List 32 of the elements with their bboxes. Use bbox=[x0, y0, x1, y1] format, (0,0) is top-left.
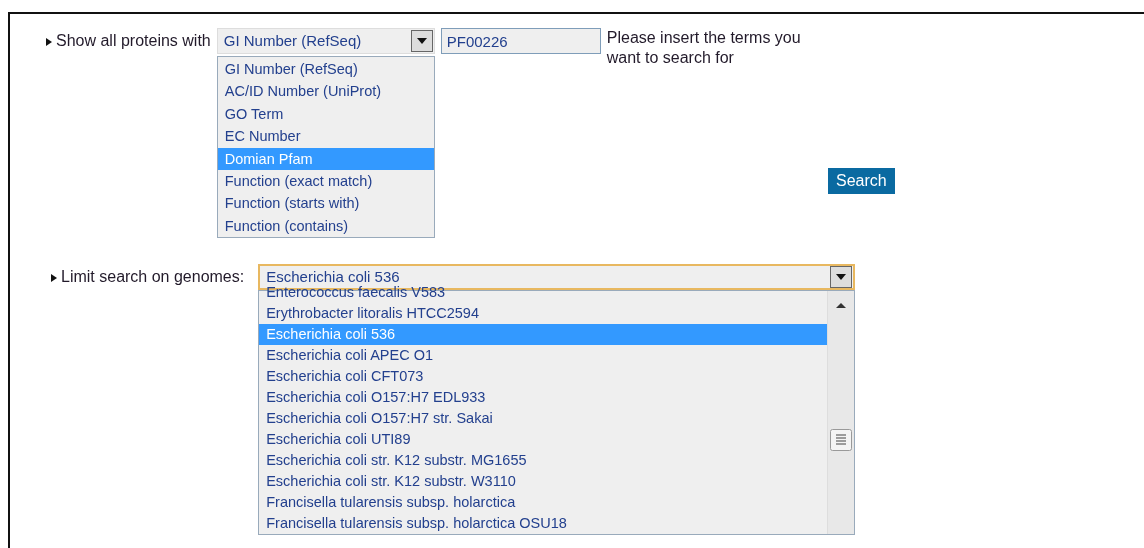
caret-icon bbox=[836, 274, 847, 280]
search-button[interactable]: Search bbox=[828, 168, 895, 194]
dropdown-option[interactable]: Escherichia coli str. K12 substr. MG1655 bbox=[259, 450, 828, 471]
caret-icon bbox=[416, 38, 427, 44]
dropdown-option[interactable]: Francisella tularensis subsp. holarctica bbox=[259, 492, 828, 513]
dropdown-option[interactable]: Erythrobacter litoralis HTCC2594 bbox=[259, 303, 828, 324]
dropdown-option[interactable]: Escherichia coli O157:H7 str. Sakai bbox=[259, 408, 828, 429]
dropdown-button[interactable] bbox=[830, 266, 853, 288]
dropdown-option[interactable]: EC Number bbox=[217, 125, 434, 148]
dropdown-option[interactable]: Escherichia coli O157:H7 EDL933 bbox=[259, 387, 828, 408]
hint-text: Please insert the terms you want to search for bbox=[606, 28, 802, 68]
field-label: Limit search on genomes: bbox=[46, 264, 245, 289]
dropdown-option[interactable]: Escherichia coli CFT073 bbox=[259, 366, 828, 387]
scroll-up-icon[interactable] bbox=[835, 301, 848, 309]
dropdown-option[interactable]: GI Number (RefSeq) bbox=[217, 58, 434, 81]
scroll-thumb-icon[interactable] bbox=[830, 429, 853, 451]
dropdown-field[interactable]: GI Number (RefSeq) bbox=[216, 28, 435, 54]
dropdown-option[interactable]: Francisella tularensis subsp. holarctica OSU18 bbox=[259, 513, 828, 534]
dropdown-option[interactable]: Escherichia coli UTI89 bbox=[259, 429, 828, 450]
dropdown-button[interactable] bbox=[410, 30, 433, 52]
dropdown-option[interactable]: AC/ID Number (UniProt) bbox=[217, 80, 434, 103]
dropdown-option[interactable]: Function (starts with) bbox=[217, 192, 434, 215]
dropdown-option[interactable]: Escherichia coli APEC O1 bbox=[259, 345, 828, 366]
field-label: Show all proteins with bbox=[46, 28, 211, 53]
bullet-icon bbox=[46, 37, 52, 46]
bullet-icon bbox=[51, 273, 57, 282]
dropdown-option[interactable]: Function (exact match) bbox=[217, 169, 434, 193]
search-field[interactable]: PF00226 bbox=[440, 28, 601, 54]
dropdown-option[interactable]: Escherichia coli str. K12 substr. W3110 bbox=[259, 471, 828, 492]
dropdown-option[interactable]: Function (contains) bbox=[217, 214, 434, 238]
dropdown-option[interactable]: GO Term bbox=[217, 102, 434, 126]
scrollbar[interactable] bbox=[827, 291, 855, 534]
